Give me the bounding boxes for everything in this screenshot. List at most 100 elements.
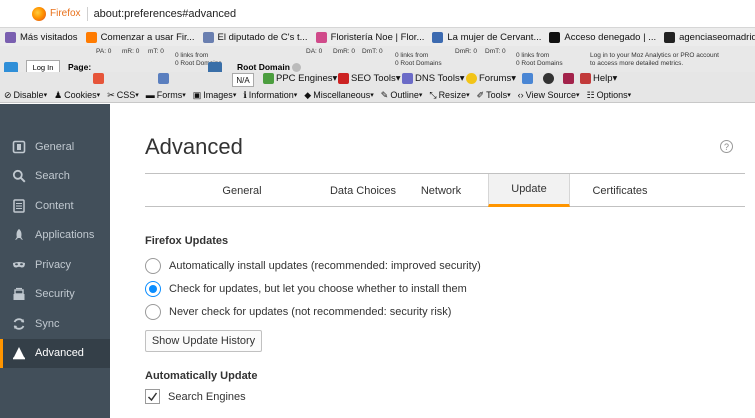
moz-dmr: DmR: 0: [333, 48, 356, 55]
general-icon: [11, 139, 27, 155]
auto-update-row[interactable]: Search Engines: [145, 389, 545, 404]
update-options: Automatically install updates (recommend…: [145, 254, 705, 323]
advanced-wizard-icon: [11, 345, 27, 361]
bookmark-item[interactable]: Acceso denegado | ...: [549, 31, 656, 43]
sidebar-item-privacy[interactable]: Privacy: [0, 250, 110, 279]
url-bar[interactable]: Firefox about:preferences#advanced: [0, 0, 755, 28]
moz-da: DA: 0: [306, 48, 323, 55]
radio-unchecked[interactable]: [145, 257, 161, 274]
dev-menu-forms[interactable]: ▬ Forms ▾: [146, 90, 186, 100]
moz-rd-links-1: 0 links from: [516, 52, 550, 59]
sidebar-item-label: Advanced: [35, 347, 84, 359]
dev-menu-label: Options: [596, 90, 628, 100]
radio-checked[interactable]: [145, 280, 161, 297]
show-update-history-button[interactable]: Show Update History: [145, 330, 262, 352]
bookmark-item[interactable]: Floristería Noe | Flor...: [315, 31, 424, 43]
advanced-tabs: General Data Choices Network Update Certific…: [145, 173, 745, 207]
sidebar-item-applications[interactable]: Applications: [0, 221, 110, 250]
sidebar-item-label: General: [35, 140, 75, 153]
bookmark-item[interactable]: agenciaseomadrid.eu: [664, 31, 755, 43]
seo-search-icon[interactable]: [522, 73, 535, 84]
moz-rd-dmr: DmR: 0: [455, 48, 478, 55]
sidebar-item-sync[interactable]: Sync: [0, 309, 110, 338]
sidebar-item-security[interactable]: Security: [0, 280, 110, 309]
dns-tools-menu[interactable]: DNS Tools ▾: [402, 73, 464, 84]
seo-tools-menu[interactable]: SEO Tools ▾: [338, 73, 401, 84]
moz-domain-links-2: 0 Root Domains: [395, 60, 442, 67]
radio-unchecked[interactable]: [145, 303, 161, 320]
update-option-row[interactable]: Check for updates, but let you choose wh…: [145, 277, 705, 300]
seo-app-icon[interactable]: [93, 73, 106, 84]
chevron-down-icon: ▾: [370, 92, 374, 99]
dev-menu-label: Cookies: [64, 90, 97, 100]
bookmarks-toolbar: Más visitados Comenzar a usar Fir... El di…: [0, 28, 755, 46]
bookmark-item[interactable]: Comenzar a usar Fir...: [85, 31, 195, 43]
update-option-row[interactable]: Automatically install updates (recommend…: [145, 254, 705, 277]
dev-menu-icon: ☷: [586, 89, 595, 100]
dev-menu-resize[interactable]: ⤡ Resize ▾: [429, 90, 469, 101]
dev-menu-disable[interactable]: ⊘ Disable ▾: [4, 90, 47, 101]
seo-stats-icon[interactable]: [563, 73, 576, 84]
dev-menu-options[interactable]: ☷ Options ▾: [587, 90, 632, 101]
moz-dmt: DmT: 0: [362, 48, 383, 55]
moz-root-domain-label: Root Domain: [237, 62, 290, 72]
update-option-label[interactable]: Check for updates, but let you choose wh…: [169, 283, 467, 295]
dev-menu-icon: ‹›: [517, 90, 524, 100]
dev-menu-images[interactable]: ▣ Images ▾: [193, 90, 237, 101]
chevron-down-icon: ▾: [135, 92, 139, 99]
search-engines-checkbox[interactable]: [145, 389, 160, 404]
bookmark-item[interactable]: Más visitados: [5, 31, 78, 43]
help-icon[interactable]: ?: [720, 140, 733, 153]
firefox-updates-heading: Firefox Updates: [145, 235, 229, 247]
tab-update[interactable]: Update: [488, 174, 570, 207]
sidebar-item-search[interactable]: Search: [0, 162, 110, 191]
sidebar-item-advanced[interactable]: Advanced: [0, 338, 110, 368]
dev-menu-icon: ✎: [380, 89, 389, 100]
firefox-logo-icon: [32, 6, 46, 21]
help-menu[interactable]: Help ▾: [580, 73, 617, 84]
dev-menu-tools[interactable]: ✐ Tools ▾: [477, 90, 511, 101]
dev-menu-css[interactable]: ✂ CSS ▾: [107, 90, 139, 101]
sidebar-item-general[interactable]: General: [0, 132, 110, 161]
dev-menu-information[interactable]: ℹ Information ▾: [243, 90, 297, 101]
update-option-row[interactable]: Never check for updates (not recommended…: [145, 300, 705, 323]
dev-menu-label: Outline: [390, 90, 419, 100]
sidebar-item-label: Search: [35, 170, 70, 182]
dev-menu-outline[interactable]: ✎ Outline ▾: [381, 90, 423, 101]
chevron-down-icon: ▾: [576, 92, 580, 99]
tab-network[interactable]: Network: [396, 174, 486, 207]
forums-menu[interactable]: Forums ▾: [466, 73, 516, 84]
bookmark-item[interactable]: El diputado de C's t...: [202, 31, 308, 43]
tab-certificates[interactable]: Certificates: [568, 174, 672, 207]
url-identity-label[interactable]: Firefox: [50, 8, 81, 19]
update-option-label[interactable]: Automatically install updates (recommend…: [169, 260, 481, 272]
moz-promo-line-2[interactable]: to access more detailed metrics.: [590, 60, 683, 67]
bookmark-label: Comenzar a usar Fir...: [100, 31, 195, 43]
moz-rd-dmt: DmT: 0: [485, 48, 506, 55]
dev-menu-icon: ⤡: [429, 89, 437, 100]
moz-promo-line-1[interactable]: Log in to your Moz Analytics or PRO acco…: [590, 52, 719, 59]
url-divider: [86, 6, 88, 21]
sidebar-item-label: Privacy: [35, 258, 72, 271]
dev-menu-icon: ✂: [107, 89, 115, 100]
tab-general[interactable]: General: [189, 174, 295, 207]
sidebar-item-content[interactable]: Content: [0, 191, 110, 220]
dev-menu-cookies[interactable]: ♟ Cookies ▾: [54, 90, 100, 101]
url-text[interactable]: about:preferences#advanced: [94, 8, 237, 20]
chevron-down-icon: ▾: [627, 92, 632, 99]
dev-menu-view-source[interactable]: ‹› View Source ▾: [518, 90, 580, 100]
dev-menu-miscellaneous[interactable]: ◆ Miscellaneous ▾: [304, 90, 373, 101]
chevron-down-icon: ▾: [43, 92, 48, 99]
ppc-engines-menu[interactable]: PPC Engines ▾: [263, 73, 337, 84]
auto-update-label[interactable]: Search Engines: [168, 391, 246, 403]
sidebar-item-label: Content: [35, 199, 74, 212]
dev-menu-label: View Source: [525, 90, 577, 100]
seo-spider-icon[interactable]: [543, 73, 556, 84]
update-option-label[interactable]: Never check for updates (not recommended…: [169, 306, 451, 318]
dev-menu-label: Miscellaneous: [313, 90, 371, 100]
seo-chart-icon[interactable]: [158, 73, 171, 84]
globe-icon: [432, 31, 444, 43]
moz-root-dropdown-icon[interactable]: [292, 63, 301, 72]
privacy-mask-icon: [11, 257, 27, 273]
bookmark-item[interactable]: La mujer de Cervant...: [432, 31, 541, 43]
